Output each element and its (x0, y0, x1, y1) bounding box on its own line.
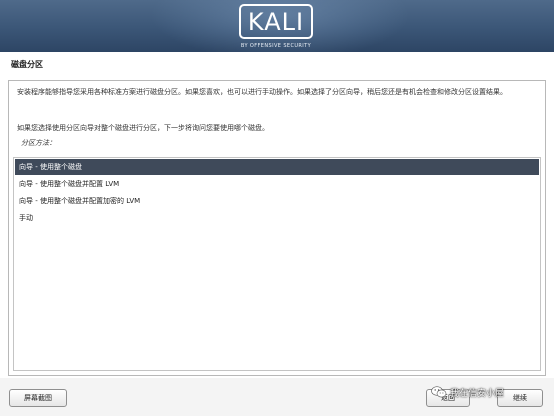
content-panel: 安装程序能够指导您采用各种标准方案进行磁盘分区。如果您喜欢，也可以进行手动操作。… (8, 80, 546, 376)
intro-paragraph: 安装程序能够指导您采用各种标准方案进行磁盘分区。如果您喜欢，也可以进行手动操作。… (17, 88, 507, 96)
option-guided-lvm[interactable]: 向导 - 使用整个磁盘并配置 LVM (15, 176, 539, 192)
title-bar: 磁盘分区 (0, 52, 554, 79)
kali-banner: KALI BY OFFENSIVE SECURITY (0, 0, 554, 52)
back-button[interactable]: 返回 (426, 389, 470, 407)
option-guided-entire-disk[interactable]: 向导 - 使用整个磁盘 (15, 159, 539, 175)
continue-button[interactable]: 继续 (497, 389, 543, 407)
option-guided-encrypted-lvm[interactable]: 向导 - 使用整个磁盘并配置加密的 LVM (15, 193, 539, 209)
guided-info-paragraph: 如果您选择使用分区向导对整个磁盘进行分区，下一步将询问您要使用哪个磁盘。 (17, 124, 269, 132)
kali-logo: KALI (239, 4, 313, 39)
option-manual[interactable]: 手动 (15, 210, 539, 226)
partition-method-label: 分区方法： (21, 139, 56, 147)
logo-subtitle: BY OFFENSIVE SECURITY (240, 43, 312, 49)
page-title: 磁盘分区 (11, 60, 43, 69)
logo-text: KALI (247, 7, 305, 36)
footer-bar: 屏幕截图 返回 继续 (0, 378, 554, 416)
screenshot-button[interactable]: 屏幕截图 (9, 389, 67, 407)
partition-method-list[interactable]: 向导 - 使用整个磁盘 向导 - 使用整个磁盘并配置 LVM 向导 - 使用整个… (13, 157, 541, 371)
